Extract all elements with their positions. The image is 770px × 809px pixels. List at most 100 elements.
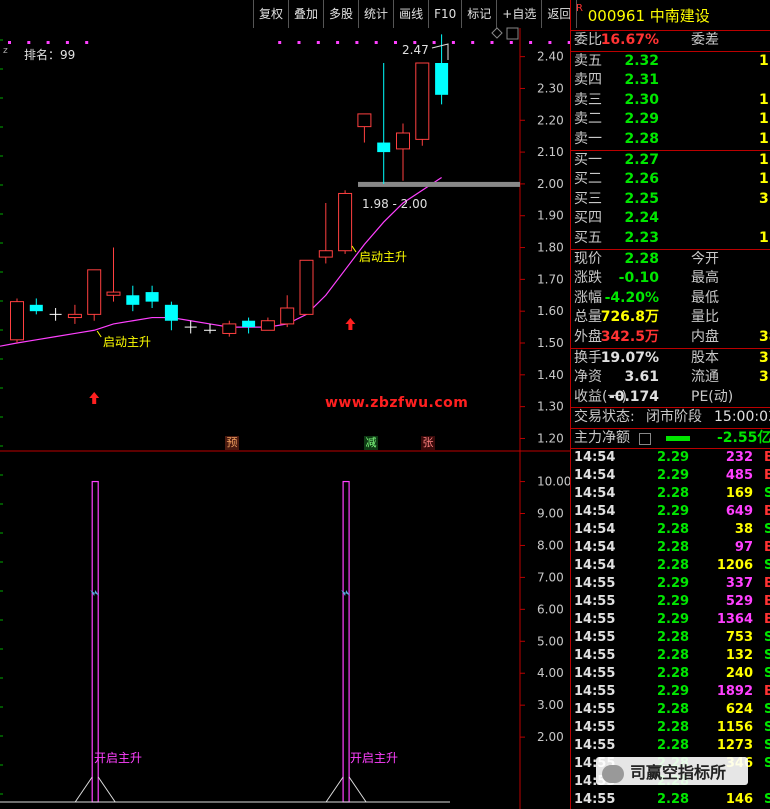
stat-row: 收益(一) -0.174 PE(动) — [571, 388, 770, 408]
tick-price: 2.29 — [657, 504, 690, 520]
price-tick-label: 1.40 — [537, 368, 564, 382]
tick-price: 2.28 — [657, 486, 690, 502]
stat-row: 总量 726.8万 量比 — [571, 308, 770, 328]
marker-dot — [509, 41, 513, 44]
tick-price: 2.29 — [657, 684, 690, 700]
stat-label-2: 流通 — [691, 369, 719, 386]
tick-time: 14:54 — [574, 504, 616, 520]
tick-volume: 485 — [725, 468, 753, 484]
tick-volume: 1156 — [716, 720, 753, 736]
candle-body-up — [106, 291, 121, 296]
marker-dot — [451, 41, 455, 44]
marker-dot — [336, 41, 340, 44]
marker-dot — [548, 41, 552, 44]
ask-volume: 1 — [759, 52, 769, 69]
tick-volume: 132 — [725, 648, 753, 664]
add-watchlist-button[interactable]: +自选 — [496, 0, 541, 28]
indicator-peak-line — [74, 776, 116, 803]
badge-jian[interactable]: 减 — [364, 436, 378, 450]
tick-direction: S — [764, 521, 770, 539]
restore-rights-button[interactable]: 复权 — [253, 0, 288, 28]
signal-label-2: 启动主升 — [359, 250, 408, 264]
tick-price: 2.29 — [657, 612, 690, 628]
tick-time: 14:55 — [574, 666, 616, 682]
tick-time: 14:54 — [574, 450, 616, 466]
candle-body-up — [87, 269, 102, 315]
tick-direction: B — [764, 503, 770, 521]
tick-volume: 146 — [725, 792, 753, 808]
multi-stock-button[interactable]: 多股 — [323, 0, 358, 28]
tick-row: 14:55 2.28 132 S — [571, 647, 770, 665]
statistics-button[interactable]: 统计 — [358, 0, 393, 28]
indicator-tick-label: 2.00 — [537, 730, 564, 744]
price-tick-label: 1.90 — [537, 209, 564, 223]
ask-label: 卖二 — [574, 111, 602, 128]
ask-price: 2.30 — [624, 91, 659, 108]
badge-zhang[interactable]: 张 — [421, 436, 435, 450]
bid-volume: 1 — [759, 171, 769, 188]
stat-value: 2.28 — [624, 250, 659, 267]
stat-label-2: 量比 — [691, 309, 719, 326]
tick-row: 14:54 2.29 232 B — [571, 449, 770, 467]
marker-dot — [316, 41, 320, 44]
tick-row: 14:55 2.29 529 B — [571, 593, 770, 611]
tick-time: 14:55 — [574, 792, 616, 808]
z-label: z — [3, 46, 8, 56]
bid-label: 买一 — [574, 151, 602, 168]
trade-time: 15:00:03 — [714, 409, 770, 426]
main-flow-label: 主力净额 — [574, 429, 630, 446]
tick-price: 2.28 — [657, 522, 690, 538]
kline-chart[interactable]: 2.40 2.30 2.20 2.10 2.00 1.90 1.80 1.70 1.60 1.50… — [0, 0, 570, 809]
tick-price: 2.28 — [657, 540, 690, 556]
indicator-tick-label: 8.00 — [537, 538, 564, 552]
r-mark: R — [576, 3, 583, 14]
corner-box-icon — [506, 27, 519, 40]
price-tick-label: 1.50 — [537, 336, 564, 350]
draw-line-button[interactable]: 画线 — [393, 0, 428, 28]
tick-volume: 624 — [725, 702, 753, 718]
candle-body-down — [242, 320, 256, 328]
tick-row: 14:54 2.29 485 B — [571, 467, 770, 485]
f10-button[interactable]: F10 — [428, 0, 461, 28]
candle-body-down — [435, 63, 449, 95]
quote-panel: R 000961 中南建设 委比 16.67% 委差 卖五 2.32 1 卖四 2.31… — [570, 0, 770, 809]
stat-value: -0.10 — [618, 270, 659, 287]
bid-row: 买三 2.25 3 — [571, 190, 770, 210]
tick-row: 14:55 2.28 1273 S — [571, 737, 770, 755]
bid-price: 2.23 — [624, 229, 659, 246]
stat-value-2: 3 — [759, 349, 769, 366]
tick-direction: B — [764, 575, 770, 593]
bid-volume: 1 — [759, 229, 769, 246]
tick-list[interactable]: 14:542.29232B14:542.29485B14:542.28169S1… — [571, 448, 770, 809]
tick-time: 14:55 — [574, 720, 616, 736]
tick-direction: B — [764, 593, 770, 611]
bid-volume: 1 — [759, 151, 769, 168]
tick-direction: S — [764, 737, 770, 755]
tick-volume: 529 — [725, 594, 753, 610]
tick-price: 2.28 — [657, 666, 690, 682]
badge-yu[interactable]: 预 — [225, 436, 239, 450]
mark-button[interactable]: 标记 — [461, 0, 496, 28]
candle-body-up — [338, 192, 353, 252]
trade-status-row: 交易状态: 闭市阶段 15:00:03 — [571, 407, 770, 428]
rank-label: 排名：99 — [24, 48, 76, 62]
wechat-label: 司赢空指标所 — [630, 763, 727, 782]
ask-label: 卖五 — [574, 52, 602, 69]
price-tick-label: 1.60 — [537, 304, 564, 318]
ask-price: 2.28 — [624, 130, 659, 147]
high-price-label: 2.47 — [402, 43, 429, 57]
bid-row: 买一 2.27 1 — [571, 151, 770, 171]
bid-label: 买四 — [574, 210, 602, 227]
indicator-bar — [342, 480, 350, 803]
tick-volume: 169 — [725, 486, 753, 502]
main-flow-row[interactable]: 主力净额 -2.55亿 — [571, 427, 770, 449]
stat-row: 净资 3.61 流通 3 — [571, 368, 770, 388]
ask-label: 卖一 — [574, 130, 602, 147]
tick-time: 14:54 — [574, 558, 616, 574]
stat-value: 726.8万 — [600, 309, 659, 326]
tick-direction: B — [764, 683, 770, 701]
stat-value: 342.5万 — [600, 328, 659, 345]
high-pointer — [431, 43, 449, 60]
overlay-button[interactable]: 叠加 — [288, 0, 323, 28]
tick-price: 2.28 — [657, 720, 690, 736]
